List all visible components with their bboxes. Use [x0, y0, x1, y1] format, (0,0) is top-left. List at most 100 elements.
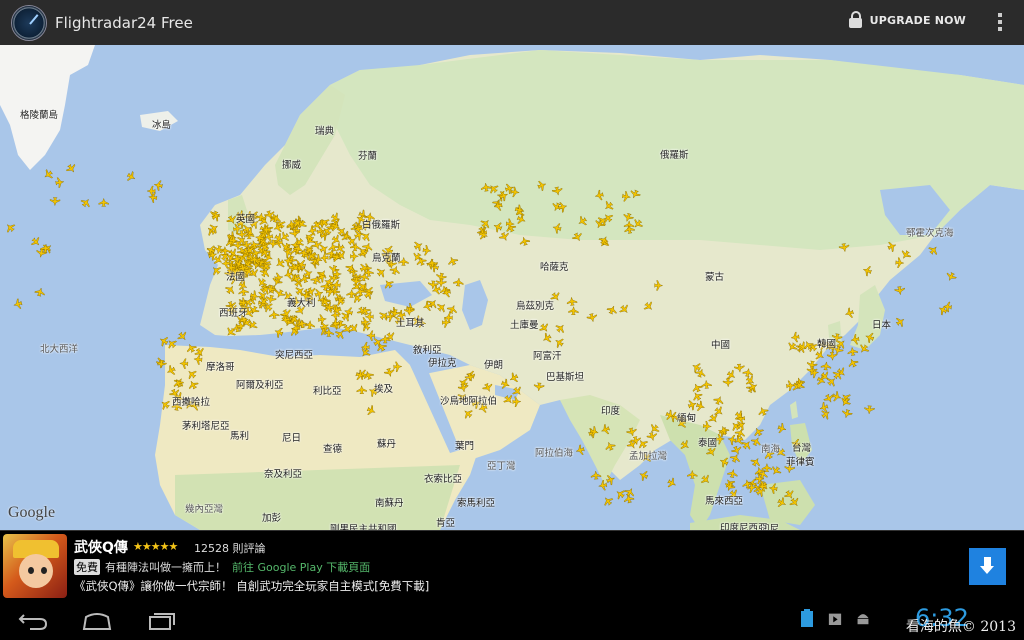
- aircraft-icon[interactable]: [621, 191, 632, 202]
- aircraft-icon[interactable]: [727, 468, 738, 479]
- aircraft-icon[interactable]: [541, 332, 553, 345]
- aircraft-icon[interactable]: [512, 396, 522, 407]
- aircraft-icon[interactable]: [788, 496, 801, 508]
- aircraft-icon[interactable]: [464, 372, 476, 383]
- aircraft-icon[interactable]: [224, 283, 237, 295]
- aircraft-icon[interactable]: [713, 395, 725, 406]
- aircraft-icon[interactable]: [864, 405, 875, 415]
- aircraft-icon[interactable]: [441, 286, 452, 299]
- aircraft-icon[interactable]: [185, 342, 198, 354]
- aircraft-icon[interactable]: [356, 385, 367, 394]
- aircraft-icon[interactable]: [752, 426, 765, 438]
- aircraft-icon[interactable]: [49, 197, 61, 207]
- aircraft-icon[interactable]: [457, 383, 469, 393]
- aircraft-icon[interactable]: [776, 497, 788, 510]
- aircraft-icon[interactable]: [713, 405, 726, 418]
- aircraft-icon[interactable]: [350, 242, 361, 252]
- aircraft-icon[interactable]: [30, 236, 43, 249]
- aircraft-icon[interactable]: [446, 255, 459, 266]
- aircraft-icon[interactable]: [500, 378, 511, 390]
- aircraft-icon[interactable]: [482, 382, 494, 393]
- aircraft-icon[interactable]: [750, 456, 763, 468]
- aircraft-icon[interactable]: [516, 213, 527, 225]
- aircraft-icon[interactable]: [679, 439, 691, 452]
- google-play-link[interactable]: 前往 Google Play 下載頁面: [232, 559, 370, 575]
- aircraft-icon[interactable]: [478, 229, 489, 241]
- aircraft-icon[interactable]: [695, 400, 706, 412]
- aircraft-icon[interactable]: [594, 189, 604, 202]
- aircraft-icon[interactable]: [722, 378, 734, 388]
- aircraft-icon[interactable]: [646, 432, 658, 442]
- aircraft-icon[interactable]: [606, 304, 618, 315]
- aircraft-icon[interactable]: [624, 486, 637, 498]
- aircraft-icon[interactable]: [185, 368, 198, 381]
- aircraft-icon[interactable]: [618, 303, 631, 316]
- aircraft-icon[interactable]: [701, 379, 712, 389]
- aircraft-icon[interactable]: [65, 163, 78, 175]
- aircraft-icon[interactable]: [575, 444, 585, 456]
- aircraft-icon[interactable]: [847, 357, 860, 369]
- aircraft-icon[interactable]: [729, 452, 741, 463]
- aircraft-icon[interactable]: [724, 481, 736, 492]
- aircraft-icon[interactable]: [700, 474, 713, 487]
- aircraft-icon[interactable]: [605, 473, 616, 486]
- aircraft-icon[interactable]: [179, 358, 189, 369]
- aircraft-icon[interactable]: [576, 215, 588, 228]
- aircraft-icon[interactable]: [687, 469, 698, 479]
- aircraft-icon[interactable]: [857, 343, 870, 355]
- upgrade-now-button[interactable]: UPGRADE NOW: [848, 11, 966, 28]
- aircraft-icon[interactable]: [446, 303, 458, 314]
- aircraft-icon[interactable]: [172, 377, 184, 388]
- aircraft-icon[interactable]: [498, 231, 510, 242]
- aircraft-icon[interactable]: [707, 413, 720, 425]
- aircraft-icon[interactable]: [274, 257, 286, 270]
- aircraft-icon[interactable]: [604, 440, 616, 451]
- aircraft-icon[interactable]: [638, 469, 649, 482]
- aircraft-icon[interactable]: [508, 372, 520, 385]
- aircraft-icon[interactable]: [590, 470, 602, 480]
- aircraft-icon[interactable]: [537, 179, 548, 192]
- download-icon[interactable]: [969, 548, 1006, 585]
- aircraft-icon[interactable]: [502, 394, 515, 407]
- aircraft-icon[interactable]: [393, 361, 403, 373]
- radar-icon[interactable]: [11, 4, 47, 41]
- aircraft-icon[interactable]: [927, 244, 940, 257]
- aircraft-icon[interactable]: [761, 462, 773, 472]
- aircraft-icon[interactable]: [165, 364, 177, 377]
- aircraft-icon[interactable]: [554, 322, 567, 335]
- aircraft-icon[interactable]: [176, 330, 189, 343]
- aircraft-icon[interactable]: [480, 182, 492, 192]
- aircraft-icon[interactable]: [614, 488, 626, 501]
- aircraft-icon[interactable]: [850, 334, 860, 345]
- ad-title[interactable]: 武俠Q傳: [74, 537, 128, 557]
- aircraft-icon[interactable]: [558, 201, 568, 213]
- aircraft-icon[interactable]: [158, 335, 170, 348]
- aircraft-icon[interactable]: [165, 337, 178, 350]
- aircraft-icon[interactable]: [436, 278, 447, 288]
- aircraft-icon[interactable]: [552, 222, 562, 234]
- aircraft-icon[interactable]: [98, 197, 109, 207]
- aircraft-icon[interactable]: [366, 330, 376, 341]
- overflow-menu-icon[interactable]: [998, 13, 1002, 33]
- aircraft-icon[interactable]: [600, 424, 611, 436]
- aircraft-icon[interactable]: [487, 182, 500, 195]
- aircraft-icon[interactable]: [733, 409, 745, 422]
- aircraft-icon[interactable]: [589, 426, 599, 438]
- aircraft-icon[interactable]: [820, 361, 832, 371]
- aircraft-icon[interactable]: [519, 236, 531, 246]
- aircraft-icon[interactable]: [631, 218, 644, 231]
- aircraft-icon[interactable]: [553, 336, 565, 349]
- back-icon[interactable]: [18, 609, 48, 631]
- aircraft-icon[interactable]: [622, 212, 634, 223]
- aircraft-icon[interactable]: [847, 346, 859, 356]
- aircraft-icon[interactable]: [334, 328, 347, 341]
- aircraft-icon[interactable]: [895, 257, 905, 269]
- aircraft-icon[interactable]: [894, 315, 906, 328]
- game-app-icon[interactable]: [3, 534, 67, 598]
- aircraft-icon[interactable]: [844, 307, 855, 319]
- aircraft-icon[interactable]: [715, 433, 725, 445]
- aircraft-icon[interactable]: [629, 189, 641, 200]
- aircraft-icon[interactable]: [492, 221, 503, 233]
- aircraft-icon[interactable]: [899, 249, 912, 261]
- aircraft-icon[interactable]: [375, 266, 387, 279]
